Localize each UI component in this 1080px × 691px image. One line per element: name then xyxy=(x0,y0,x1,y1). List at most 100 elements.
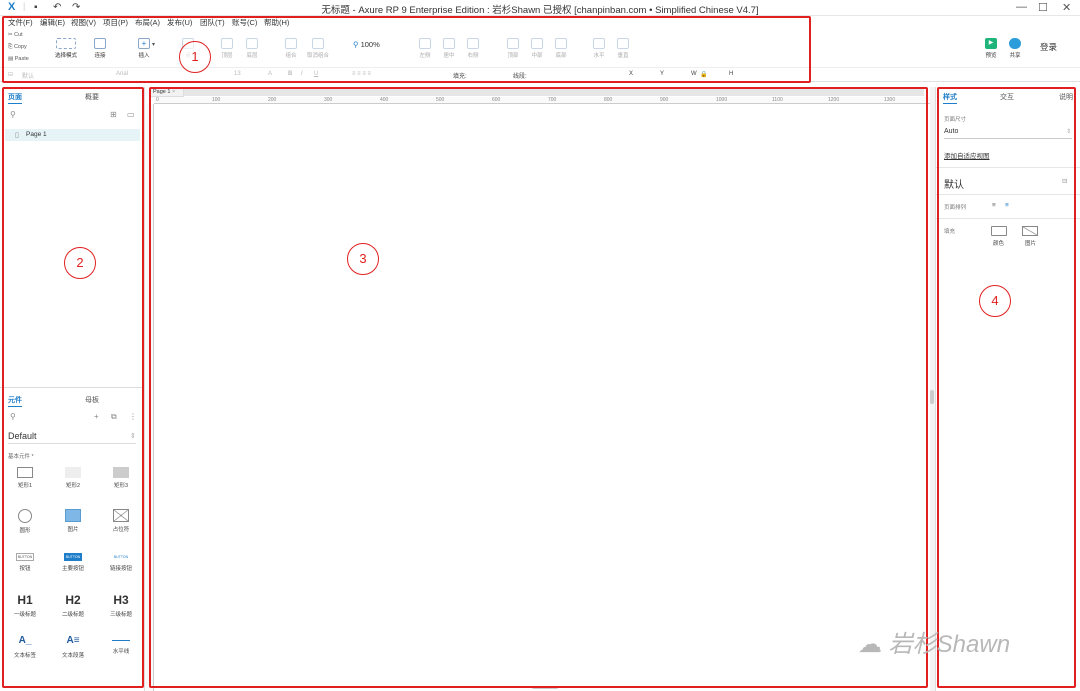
close-tab-icon[interactable]: × xyxy=(172,89,175,95)
widget-h1[interactable]: H1 一级标题 xyxy=(5,593,45,618)
menu-view[interactable]: 视图(V) xyxy=(71,17,96,28)
add-library-icon[interactable]: + xyxy=(94,412,99,421)
widget-placeholder[interactable]: 占位符 xyxy=(101,509,141,533)
panel-divider xyxy=(0,387,144,388)
page-size-select[interactable]: Auto ⇕ xyxy=(944,127,1072,139)
minimize-button[interactable]: — xyxy=(1016,1,1027,13)
distribute-horizontal-button[interactable]: 水平 xyxy=(588,38,610,59)
align-center-button[interactable]: 居中 xyxy=(438,38,460,59)
bottom-layer-button[interactable]: 底层 xyxy=(241,38,263,59)
widget-button-primary[interactable]: BUTTON 主要按钮 xyxy=(53,553,93,572)
font-size-select[interactable]: 13 xyxy=(234,71,241,77)
menu-publish[interactable]: 发布(U) xyxy=(167,17,192,28)
align-left-button[interactable]: 左侧 xyxy=(414,38,436,59)
align-left-label: 左侧 xyxy=(419,53,431,59)
distribute-vertical-button[interactable]: 垂直 xyxy=(612,38,634,59)
align-center-icon[interactable]: ≡ xyxy=(1005,202,1009,209)
close-button[interactable]: ✕ xyxy=(1062,1,1071,14)
connect-button[interactable]: 连接 xyxy=(88,38,112,59)
widget-text-label[interactable]: A_ 文本标签 xyxy=(5,634,45,659)
widget-horizontal-line[interactable]: 水平线 xyxy=(101,634,141,655)
fill-color-button[interactable] xyxy=(991,226,1007,236)
zoom-control[interactable]: ⚲ 100% xyxy=(353,40,380,49)
library-select[interactable]: Default ⇕ xyxy=(8,430,136,444)
horizontal-scroll-thumb[interactable] xyxy=(532,686,558,689)
ruler-mark: 0 xyxy=(156,97,159,103)
align-bottom-button[interactable]: 底部 xyxy=(550,38,572,59)
widget-h3[interactable]: H3 三级标题 xyxy=(101,593,141,618)
lock-icon[interactable]: 🔒 xyxy=(700,71,707,78)
canvas-tab[interactable]: Page 1 × xyxy=(150,87,184,97)
copy-label: Copy xyxy=(13,44,27,50)
widget-rect-outline[interactable]: 矩形1 xyxy=(5,467,45,489)
tab-pages[interactable]: 页面 xyxy=(8,92,22,104)
italic-icon[interactable]: I xyxy=(301,71,303,77)
paste-button[interactable]: ▤ Paste xyxy=(8,56,29,62)
share-button[interactable]: 共享 xyxy=(1004,38,1026,59)
widget-text-paragraph[interactable]: A≡ 文本段落 xyxy=(53,634,93,659)
h2-icon: H2 xyxy=(65,593,81,607)
tab-outline[interactable]: 概要 xyxy=(85,92,99,102)
align-left-icon[interactable]: ≡ xyxy=(992,202,996,209)
select-mode-button[interactable]: 选择模式 xyxy=(46,38,86,59)
x-label: X xyxy=(629,71,634,77)
add-adaptive-view-link[interactable]: 添加自适应视图 xyxy=(944,150,990,160)
search-icon[interactable]: ⚲ xyxy=(10,110,16,119)
widget-h2[interactable]: H2 二级标题 xyxy=(53,593,93,618)
menu-team[interactable]: 团队(T) xyxy=(200,17,225,28)
widget-rect-light[interactable]: 矩形2 xyxy=(53,467,93,489)
login-button[interactable]: 登录 xyxy=(1040,41,1057,53)
menu-file[interactable]: 文件(F) xyxy=(8,17,33,28)
connect-icon xyxy=(94,38,106,49)
style-select[interactable]: 默认 xyxy=(22,71,34,80)
widget-image[interactable]: 图片 xyxy=(53,509,93,533)
style-edit-icon[interactable]: ⊟ xyxy=(1062,177,1067,185)
menu-help[interactable]: 帮助(H) xyxy=(264,17,289,28)
tab-masters[interactable]: 母板 xyxy=(85,395,99,405)
select-mode-icon xyxy=(56,38,76,49)
tab-widgets[interactable]: 元件 xyxy=(8,395,22,407)
bold-icon[interactable]: B xyxy=(288,71,292,77)
widget-button-link[interactable]: BUTTON 链接按钮 xyxy=(101,553,141,572)
more-icon[interactable]: ⋮ xyxy=(129,412,137,421)
canvas-area[interactable]: Page 1 × xyxy=(146,87,930,691)
widget-button-plain[interactable]: BUTTON 按钮 xyxy=(5,553,45,572)
maximize-button[interactable]: ☐ xyxy=(1038,1,1048,14)
add-page-icon[interactable]: ⊞ xyxy=(110,110,117,119)
widget-search-icon[interactable]: ⚲ xyxy=(10,412,16,421)
tab-notes[interactable]: 说明 xyxy=(1059,92,1073,102)
left-panel: 页面 概要 ⚲ ⊞ ▭ ▯ Page 1 元件 母板 ⚲ + ⧉ ⋮ Defau… xyxy=(0,87,145,691)
menu-layout[interactable]: 布局(A) xyxy=(135,17,160,28)
widget-circle[interactable]: 圆形 xyxy=(5,509,45,534)
menu-account[interactable]: 账号(C) xyxy=(232,17,257,28)
fill-color-label: 颜色 xyxy=(993,241,1005,247)
tab-style[interactable]: 样式 xyxy=(943,92,957,104)
font-color-icon[interactable]: A xyxy=(268,71,272,77)
zoom-value: 100% xyxy=(360,40,380,49)
wechat-icon: ☁ xyxy=(858,631,882,658)
align-middle-button[interactable]: 中部 xyxy=(526,38,548,59)
top-layer-button[interactable]: 顶层 xyxy=(216,38,238,59)
chevron-down-icon[interactable]: ▾ xyxy=(152,41,155,48)
ungroup-button[interactable]: 取消组合 xyxy=(304,38,332,59)
tab-interactions[interactable]: 交互 xyxy=(1000,92,1014,102)
menu-project[interactable]: 项目(P) xyxy=(103,17,128,28)
group-button[interactable]: 组合 xyxy=(280,38,302,59)
page-item[interactable]: ▯ Page 1 xyxy=(5,129,140,141)
add-folder-icon[interactable]: ▭ xyxy=(127,110,135,119)
copy-button[interactable]: ⎘ Copy xyxy=(8,44,27,51)
ruler-mark: 300 xyxy=(324,97,333,103)
library-copy-icon[interactable]: ⧉ xyxy=(111,412,117,422)
underline-icon[interactable]: U xyxy=(314,71,318,77)
font-select[interactable]: Arial xyxy=(116,71,128,77)
align-top-button[interactable]: 顶部 xyxy=(502,38,524,59)
align-right-button[interactable]: 右侧 xyxy=(462,38,484,59)
fill-image-button[interactable] xyxy=(1022,226,1038,236)
preview-button[interactable]: ▶ 预览 xyxy=(980,38,1002,59)
cut-button[interactable]: ✂ Cut xyxy=(8,32,23,38)
widget-rect-gray[interactable]: 矩形3 xyxy=(101,467,141,489)
widget-label: 矩形3 xyxy=(113,483,129,489)
scroll-thumb[interactable] xyxy=(930,390,934,404)
text-align-icons[interactable]: ≡ ≡ ≡ ≡ xyxy=(352,71,371,77)
menu-edit[interactable]: 编辑(E) xyxy=(40,17,65,28)
